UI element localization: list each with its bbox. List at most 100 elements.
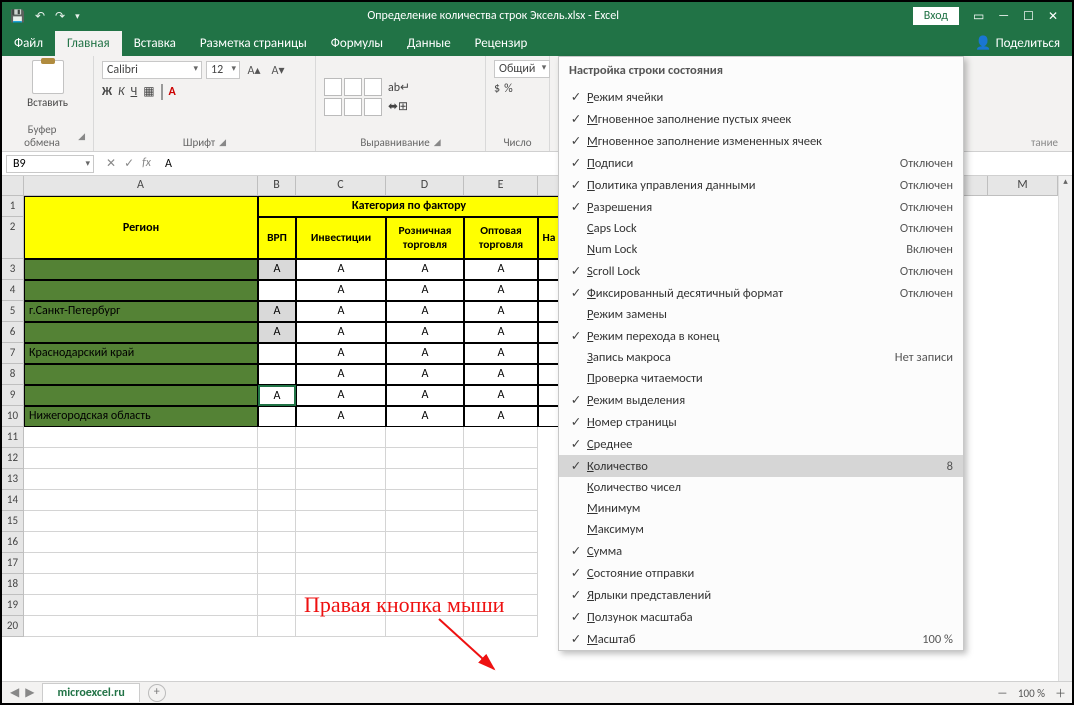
row-header[interactable]: 5 bbox=[2, 301, 24, 322]
statusbar-menu-item[interactable]: ✓Режим ячейки bbox=[559, 86, 963, 108]
cell[interactable] bbox=[24, 490, 258, 511]
cell[interactable] bbox=[24, 553, 258, 574]
cells-grid[interactable]: РегионКатегория по факторуВРПИнвестицииР… bbox=[24, 196, 560, 637]
cell[interactable] bbox=[24, 427, 258, 448]
cell[interactable]: A bbox=[464, 364, 538, 385]
name-box[interactable]: B9 bbox=[6, 155, 94, 173]
qat-dropdown-icon[interactable]: ▾ bbox=[75, 11, 80, 22]
cell[interactable]: A bbox=[386, 385, 464, 406]
percent-button[interactable]: % bbox=[504, 82, 513, 96]
cell[interactable] bbox=[464, 553, 538, 574]
col-header[interactable]: D bbox=[386, 176, 464, 195]
cell[interactable]: A bbox=[386, 301, 464, 322]
fill-color-button[interactable] bbox=[161, 85, 163, 99]
dialog-launcher-icon[interactable]: ◢ bbox=[78, 131, 85, 142]
cell[interactable]: A bbox=[296, 343, 386, 364]
cell[interactable] bbox=[258, 595, 296, 616]
statusbar-menu-item[interactable]: Максимум bbox=[559, 519, 963, 540]
cell[interactable] bbox=[296, 490, 386, 511]
statusbar-menu-item[interactable]: ✓Политика управления даннымиОтключен bbox=[559, 174, 963, 196]
row-header[interactable]: 2 bbox=[2, 217, 24, 259]
cell[interactable] bbox=[258, 616, 296, 637]
merge-button[interactable]: ⬌⊞ bbox=[388, 99, 410, 114]
minimize-icon[interactable]: — bbox=[998, 9, 1009, 23]
cell[interactable] bbox=[24, 616, 258, 637]
cell[interactable] bbox=[258, 427, 296, 448]
row-header[interactable]: 1 bbox=[2, 196, 24, 217]
sheet-tab[interactable]: microexcel.ru bbox=[42, 683, 139, 702]
ribbon-options-icon[interactable]: ▭ bbox=[973, 9, 984, 24]
cell[interactable] bbox=[296, 553, 386, 574]
row-header[interactable]: 10 bbox=[2, 406, 24, 427]
cell[interactable]: A bbox=[386, 364, 464, 385]
row-header[interactable]: 18 bbox=[2, 574, 24, 595]
cell[interactable] bbox=[24, 259, 258, 280]
cell[interactable] bbox=[258, 343, 296, 364]
statusbar-menu-item[interactable]: ✓Масштаб100 % bbox=[559, 628, 963, 650]
fx-icon[interactable]: fx bbox=[142, 156, 151, 171]
statusbar-menu-item[interactable]: ✓Номер страницы bbox=[559, 411, 963, 433]
cell[interactable] bbox=[386, 448, 464, 469]
row-header[interactable]: 20 bbox=[2, 616, 24, 637]
dialog-launcher-icon[interactable]: ◢ bbox=[434, 137, 441, 148]
underline-button[interactable]: Ч bbox=[131, 85, 138, 99]
decrease-font-icon[interactable]: A▾ bbox=[268, 60, 288, 80]
cell[interactable] bbox=[258, 280, 296, 301]
select-all-corner[interactable] bbox=[2, 176, 24, 195]
row-header[interactable]: 16 bbox=[2, 532, 24, 553]
cell[interactable]: A bbox=[386, 280, 464, 301]
col-header[interactable]: A bbox=[24, 176, 258, 195]
border-button[interactable]: ▦ bbox=[143, 84, 154, 99]
col-header[interactable]: B bbox=[258, 176, 296, 195]
cell[interactable] bbox=[258, 553, 296, 574]
cell[interactable]: Категория по фактору bbox=[258, 196, 560, 217]
tab-file[interactable]: Файл bbox=[2, 31, 55, 56]
cell[interactable] bbox=[464, 448, 538, 469]
row-header[interactable]: 14 bbox=[2, 490, 24, 511]
cell[interactable] bbox=[24, 574, 258, 595]
statusbar-menu-item[interactable]: Проверка читаемости bbox=[559, 368, 963, 389]
cell[interactable] bbox=[386, 490, 464, 511]
redo-icon[interactable]: ↷ bbox=[55, 9, 65, 24]
cell[interactable] bbox=[386, 511, 464, 532]
cell[interactable]: A bbox=[296, 280, 386, 301]
tab-insert[interactable]: Вставка bbox=[122, 31, 188, 56]
bold-button[interactable]: Ж bbox=[102, 85, 112, 99]
statusbar-menu-item[interactable]: ✓Сумма bbox=[559, 540, 963, 562]
vertical-scrollbar[interactable]: ▴ bbox=[1058, 176, 1072, 681]
statusbar-menu-item[interactable]: Caps LockОтключен bbox=[559, 218, 963, 239]
cell[interactable] bbox=[24, 385, 258, 406]
cell[interactable] bbox=[24, 448, 258, 469]
cell[interactable]: A bbox=[296, 385, 386, 406]
italic-button[interactable]: К bbox=[118, 85, 125, 99]
cell[interactable] bbox=[538, 385, 560, 406]
cell[interactable]: г.Санкт-Петербург bbox=[24, 301, 258, 322]
cell[interactable]: A bbox=[296, 301, 386, 322]
row-header[interactable]: 13 bbox=[2, 469, 24, 490]
add-sheet-button[interactable]: + bbox=[148, 684, 166, 702]
cell[interactable]: A bbox=[258, 322, 296, 343]
cell[interactable]: A bbox=[386, 343, 464, 364]
cell[interactable]: A bbox=[258, 259, 296, 280]
wrap-text-button[interactable]: ab↵ bbox=[388, 80, 410, 95]
statusbar-menu-item[interactable]: ✓Мгновенное заполнение пустых ячеек bbox=[559, 108, 963, 130]
cell[interactable] bbox=[464, 532, 538, 553]
cell[interactable] bbox=[296, 469, 386, 490]
cell[interactable] bbox=[258, 511, 296, 532]
cell[interactable] bbox=[24, 469, 258, 490]
statusbar-menu-item[interactable]: ✓Режим перехода в конец bbox=[559, 325, 963, 347]
next-sheet-icon[interactable]: ▶ bbox=[25, 685, 34, 700]
font-name-combo[interactable]: Calibri bbox=[102, 61, 202, 79]
row-header[interactable]: 8 bbox=[2, 364, 24, 385]
row-header[interactable]: 11 bbox=[2, 427, 24, 448]
currency-button[interactable]: $ bbox=[494, 82, 500, 96]
statusbar-menu-item[interactable]: ✓Режим выделения bbox=[559, 389, 963, 411]
statusbar-menu-item[interactable]: ✓Мгновенное заполнение измененных ячеек bbox=[559, 130, 963, 152]
tab-page-layout[interactable]: Разметка страницы bbox=[188, 31, 319, 56]
cell[interactable]: A bbox=[464, 280, 538, 301]
cell[interactable] bbox=[538, 259, 560, 280]
col-header[interactable]: E bbox=[464, 176, 538, 195]
cell[interactable] bbox=[24, 280, 258, 301]
cell[interactable] bbox=[258, 364, 296, 385]
cell[interactable] bbox=[258, 448, 296, 469]
